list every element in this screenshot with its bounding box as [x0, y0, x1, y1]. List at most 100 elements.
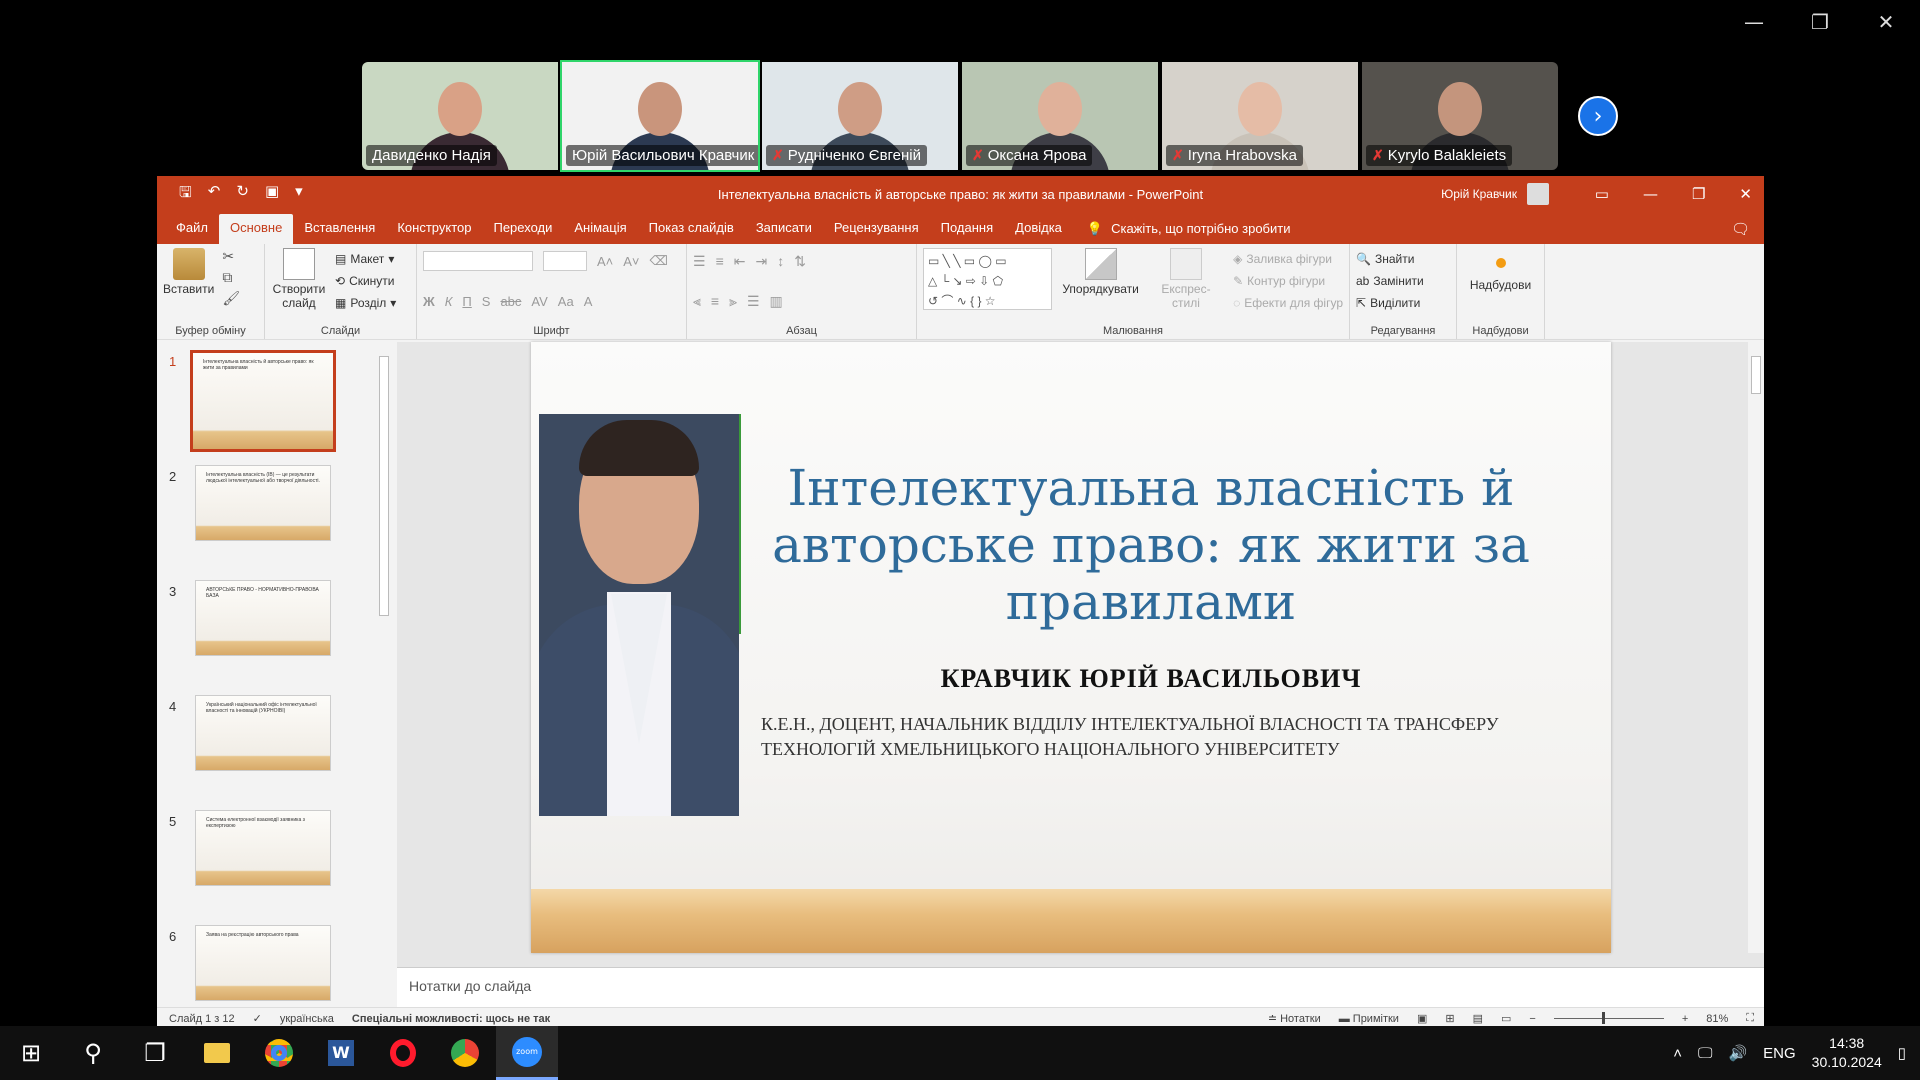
word-icon[interactable]: W [310, 1026, 372, 1080]
zoom-out-icon[interactable]: − [1529, 1013, 1535, 1025]
shadow-button[interactable]: S [482, 294, 491, 309]
shapes-gallery[interactable]: ▭ ╲ ╲ ▭ ◯ ▭ △ └ ↘ ⇨ ⇩ ⬠ ↺ ⌒ ∿ { } ☆ [923, 248, 1053, 310]
notes-button[interactable]: ≐ Нотатки [1268, 1012, 1321, 1025]
video-tile[interactable]: ✗ Оксана Ярова [960, 60, 1160, 172]
language-indicator[interactable]: українська [280, 1013, 334, 1025]
bullets-icon[interactable]: ☰ [693, 253, 706, 270]
tab-6[interactable]: Показ слайдів [638, 214, 745, 244]
paste-button[interactable]: Вставити [163, 248, 214, 307]
addins-button[interactable]: Надбудови [1463, 258, 1538, 292]
format-painter-icon[interactable]: 🖌 [222, 290, 240, 307]
slide-title[interactable]: Інтелектуальна власність й авторське пра… [761, 460, 1541, 631]
zoom-in-icon[interactable]: + [1682, 1013, 1688, 1025]
slide-author[interactable]: КРАВЧИК ЮРІЙ ВАСИЛЬОВИЧ [761, 664, 1541, 694]
fit-to-window-icon[interactable]: ⛶ [1746, 1012, 1754, 1025]
bold-button[interactable]: Ж [423, 294, 435, 309]
slide-sorter-icon[interactable]: ⊞ [1445, 1012, 1454, 1025]
new-slide-button[interactable]: Створити слайд [271, 248, 327, 314]
reading-view-icon[interactable]: ▤ [1473, 1012, 1483, 1025]
slide-thumbnail[interactable]: АВТОРСЬКЕ ПРАВО - НОРМАТИВНО-ПРАВОВА БАЗ… [195, 580, 331, 656]
thumbnails-scrollbar[interactable] [377, 342, 391, 1007]
present-icon[interactable]: ▣ [265, 182, 279, 207]
notes-pane[interactable]: Нотатки до слайда [397, 967, 1764, 1007]
tab-10[interactable]: Довідка [1004, 214, 1073, 244]
tab-3[interactable]: Конструктор [386, 214, 482, 244]
comments-icon[interactable]: 🗨 [1731, 220, 1750, 238]
align-left-icon[interactable]: ⫷ [693, 293, 701, 310]
video-tile[interactable]: ✗ Iryna Hrabovska [1160, 60, 1360, 172]
next-page-button[interactable]: › [1578, 96, 1618, 136]
section-button[interactable]: ▦ Розділ ▾ [335, 292, 396, 314]
restore-icon[interactable]: ❐ [1692, 185, 1705, 203]
shape-effects-button[interactable]: ◌ Ефекти для фігур [1233, 292, 1343, 314]
strikethrough-button[interactable]: abc [500, 294, 521, 309]
tab-5[interactable]: Анімація [563, 214, 637, 244]
cut-icon[interactable]: ✂ [222, 248, 240, 265]
video-tile[interactable]: Юрій Васильович Кравчик [560, 60, 760, 172]
minimize-icon[interactable]: — [1643, 185, 1658, 203]
video-tile[interactable]: ✗ Kyrylo Balakleiets [1360, 60, 1560, 172]
slide-description[interactable]: К.Е.Н., ДОЦЕНТ, НАЧАЛЬНИК ВІДДІЛУ ІНТЕЛЕ… [761, 712, 1521, 762]
notifications-icon[interactable]: ▯ [1898, 1044, 1906, 1062]
task-view-icon[interactable]: ❐ [124, 1026, 186, 1080]
chrome-icon[interactable] [248, 1026, 310, 1080]
find-button[interactable]: 🔍 Знайти [1356, 248, 1450, 270]
shrink-font-icon[interactable]: A˅ [623, 254, 639, 269]
replace-button[interactable]: ab Замінити [1356, 270, 1450, 292]
slide-thumbnail[interactable]: Інтелектуальна власність й авторське пра… [190, 350, 336, 452]
font-size-combo[interactable] [543, 251, 587, 271]
decrease-indent-icon[interactable]: ⇤ [734, 253, 746, 270]
search-icon[interactable]: ⚲ [62, 1026, 124, 1080]
redo-icon[interactable]: ↻ [236, 182, 249, 207]
shape-outline-button[interactable]: ✎ Контур фігури [1233, 270, 1343, 292]
quick-styles-button[interactable]: Експрес-стилі [1149, 248, 1223, 314]
clock[interactable]: 14:38 30.10.2024 [1812, 1034, 1882, 1072]
accessibility-status[interactable]: Спеціальні можливості: щось не так [352, 1013, 550, 1025]
undo-icon[interactable]: ↶ [208, 182, 221, 207]
video-tile[interactable]: Давиденко Надія [360, 60, 560, 172]
tab-7[interactable]: Записати [745, 214, 823, 244]
network-icon[interactable]: 🖵 [1698, 1045, 1712, 1062]
increase-indent-icon[interactable]: ⇥ [755, 253, 767, 270]
ribbon-display-icon[interactable]: ▭ [1595, 185, 1609, 203]
file-explorer-icon[interactable] [186, 1026, 248, 1080]
spellcheck-icon[interactable]: ✓ [253, 1012, 262, 1025]
comments-button[interactable]: ▬ Примітки [1339, 1013, 1399, 1025]
select-button[interactable]: ⇱ Виділити [1356, 292, 1450, 314]
font-name-combo[interactable] [423, 251, 533, 271]
grow-font-icon[interactable]: A˄ [597, 254, 613, 269]
arrange-button[interactable]: Упорядкувати [1062, 248, 1139, 314]
clear-format-icon[interactable]: ⌫ [650, 253, 668, 269]
language-tray[interactable]: ENG [1763, 1045, 1796, 1062]
minimize-icon[interactable]: — [1740, 10, 1768, 34]
align-right-icon[interactable]: ⫸ [729, 293, 737, 310]
slide-thumbnail[interactable]: Заява на реєстрацію авторського права [195, 925, 331, 1001]
slide-thumbnail[interactable]: Інтелектуальна власність (ІВ) — це резул… [195, 465, 331, 541]
slide-thumbnail[interactable]: Система електронної взаємодії заявника з… [195, 810, 331, 886]
tell-me-search[interactable]: 💡 Скажіть, що потрібно зробити [1087, 214, 1291, 244]
align-center-icon[interactable]: ≡ [711, 293, 719, 309]
justify-icon[interactable]: ☰ [747, 293, 760, 310]
text-direction-icon[interactable]: ⇅ [794, 253, 806, 270]
customize-icon[interactable]: ▾ [295, 182, 303, 207]
font-color-icon[interactable]: A [584, 294, 593, 309]
tab-2[interactable]: Вставлення [293, 214, 386, 244]
tab-9[interactable]: Подання [930, 214, 1005, 244]
line-spacing-icon[interactable]: ↕ [777, 253, 784, 269]
close-icon[interactable]: ✕ [1739, 185, 1752, 203]
zoom-level[interactable]: 81% [1706, 1013, 1728, 1025]
zoom-app-icon[interactable]: zoom [496, 1026, 558, 1080]
case-icon[interactable]: Aa [558, 294, 574, 309]
underline-button[interactable]: П [462, 294, 471, 309]
numbering-icon[interactable]: ≡ [716, 253, 724, 269]
windows-start-icon[interactable]: ⊞ [0, 1026, 62, 1080]
reset-button[interactable]: ⟲ Скинути [335, 270, 396, 292]
tab-0[interactable]: Файл [165, 214, 219, 244]
slide-1[interactable]: Інтелектуальна власність й авторське пра… [531, 342, 1611, 953]
chevron-up-icon[interactable]: ˄ [1673, 1045, 1682, 1062]
tab-8[interactable]: Рецензування [823, 214, 930, 244]
opera-icon[interactable] [372, 1026, 434, 1080]
tab-1[interactable]: Основне [218, 214, 294, 244]
slideshow-icon[interactable]: ▭ [1501, 1012, 1511, 1025]
spacing-icon[interactable]: AV [531, 294, 547, 309]
